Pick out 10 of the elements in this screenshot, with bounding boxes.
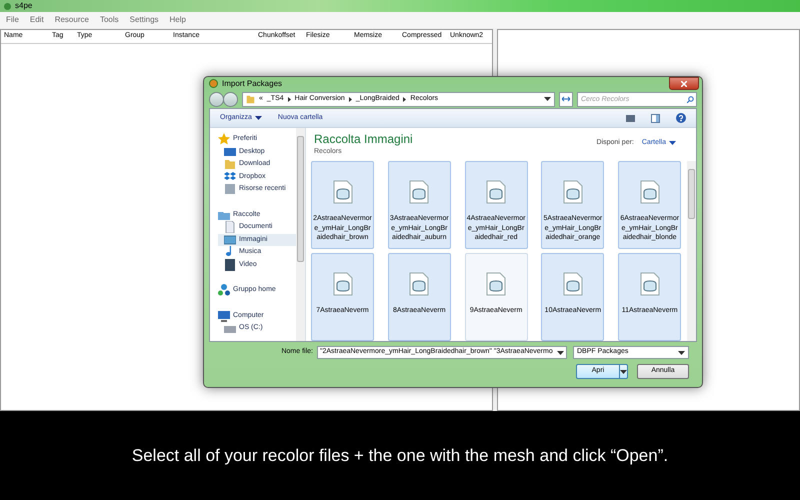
library-title: Raccolta Immagini <box>314 132 413 148</box>
menu-item[interactable]: Settings <box>130 14 159 26</box>
caption-text: Select all of your recolor files + the one with the mesh and click “Open”. <box>132 444 668 467</box>
menu-item[interactable]: Help <box>170 14 186 26</box>
menu-item[interactable]: Resource <box>54 14 89 26</box>
dialog-title: Import Packages <box>222 78 282 90</box>
menu-item[interactable]: File <box>6 14 19 26</box>
menu-item[interactable]: Tools <box>100 14 119 26</box>
menu-item[interactable]: Edit <box>30 14 44 26</box>
window-title: s4pe <box>15 2 32 10</box>
